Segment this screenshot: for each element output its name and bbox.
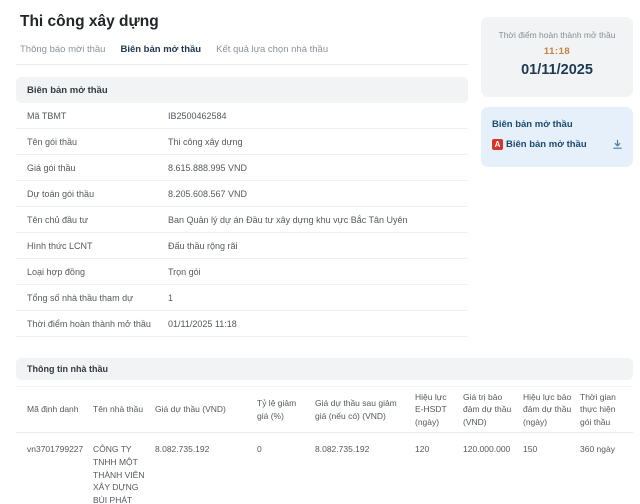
table-row: vn3701799227 CÔNG TY TNHH MỘT THÀNH VIÊN… xyxy=(16,432,633,504)
cell-hieu-luc-ehsdt: 120 xyxy=(415,432,463,504)
detail-value: IB2500462584 xyxy=(168,110,227,121)
detail-row-ma-tbmt: Mã TBMT IB2500462584 xyxy=(16,103,468,129)
col-header-gia-tri-bao-dam: Giá trị bảo đảm dự thầu (VND) xyxy=(463,386,523,433)
detail-value: Ban Quản lý dự án Đầu tư xây dựng khu vự… xyxy=(168,214,408,225)
col-header-gia-sau-giam-gia: Giá dự thầu sau giảm giá (nếu có) (VND) xyxy=(315,386,415,433)
col-header-thoi-gian-thuc-hien: Thời gian thực hiện gói thầu xyxy=(580,386,633,433)
detail-value: Thi công xây dựng xyxy=(168,136,243,147)
col-header-ma-dinh-danh: Mã định danh xyxy=(16,386,93,433)
detail-label: Tổng số nhà thầu tham dự xyxy=(27,292,134,303)
col-header-ty-le-giam-gia: Tỷ lệ giảm giá (%) xyxy=(257,386,315,433)
detail-value: 8.205.608.567 VND xyxy=(168,188,248,199)
detail-label: Thời điểm hoàn thành mở thầu xyxy=(27,318,151,329)
detail-row-tong-so-nha-thau: Tổng số nhà thầu tham dự 1 xyxy=(16,285,468,311)
document-card-title: Biên bản mở thầu xyxy=(492,119,573,130)
col-header-gia-du-thau: Giá dự thầu (VND) xyxy=(155,386,257,433)
tab-ket-qua-lua-chon[interactable]: Kết quả lựa chọn nhà thầu xyxy=(216,44,328,55)
document-card: Biên bản mở thầu A Biên bản mở thầu xyxy=(481,107,633,167)
cell-ma-dinh-danh: vn3701799227 xyxy=(16,432,93,504)
detail-label: Hình thức LCNT xyxy=(27,240,93,251)
page-title: Thi công xây dựng xyxy=(20,13,159,30)
section-header-bien-ban-mo-thau: Biên bản mở thầu xyxy=(16,77,468,103)
detail-value: Trọn gói xyxy=(168,266,201,277)
download-icon xyxy=(613,139,622,149)
cell-gia-du-thau: 8.082.735.192 xyxy=(155,432,257,504)
detail-list: Mã TBMT IB2500462584 Tên gói thầu Thi cô… xyxy=(16,103,468,337)
detail-row-chu-dau-tu: Tên chủ đầu tư Ban Quản lý dự án Đầu tư … xyxy=(16,207,468,233)
cell-thoi-gian-thuc-hien: 360 ngày xyxy=(580,432,633,504)
tab-thong-bao-moi-thau[interactable]: Thông báo mời thầu xyxy=(20,44,105,55)
bid-detail-page: Thi công xây dựng Thông báo mời thầu Biê… xyxy=(0,0,640,504)
detail-label: Tên chủ đầu tư xyxy=(27,214,89,225)
document-row: A Biên bản mở thầu xyxy=(492,139,623,150)
main-column: Thi công xây dựng Thông báo mời thầu Biê… xyxy=(16,10,468,337)
tab-bien-ban-mo-thau[interactable]: Biên bản mở thầu xyxy=(120,44,201,55)
deadline-card: Thời điểm hoàn thành mở thầu 11:18 01/11… xyxy=(481,17,633,97)
col-header-ten-nha-thau: Tên nhà thầu xyxy=(93,386,155,433)
section-header-thong-tin-nha-thau: Thông tin nhà thầu xyxy=(16,358,633,380)
detail-row-loai-hop-dong: Loại hợp đồng Trọn gói xyxy=(16,259,468,285)
contractor-section: Thông tin nhà thầu Mã định danh Tên nhà … xyxy=(16,358,633,504)
cell-gia-tri-bao-dam: 120.000.000 xyxy=(463,432,523,504)
detail-label: Tên gói thầu xyxy=(27,136,78,147)
detail-row-ten-goi-thau: Tên gói thầu Thi công xây dựng xyxy=(16,129,468,155)
detail-value: 01/11/2025 11:18 xyxy=(168,318,237,329)
detail-row-gia-goi-thau: Giá gói thầu 8.615.888.995 VND xyxy=(16,155,468,181)
detail-label: Mã TBMT xyxy=(27,110,67,121)
detail-row-hinh-thuc-lcnt: Hình thức LCNT Đấu thầu rộng rãi xyxy=(16,233,468,259)
detail-label: Dự toán gói thầu xyxy=(27,188,95,199)
detail-value: 8.615.888.995 VND xyxy=(168,162,248,173)
sidebar: Thời điểm hoàn thành mở thầu 11:18 01/11… xyxy=(481,10,633,167)
cell-hieu-luc-bao-dam: 150 xyxy=(523,432,580,504)
cell-ten-nha-thau: CÔNG TY TNHH MỘT THÀNH VIÊN XÂY DỰNG BÙI… xyxy=(93,432,155,504)
deadline-time: 11:18 xyxy=(543,46,571,57)
deadline-date: 01/11/2025 xyxy=(521,62,593,78)
download-button[interactable] xyxy=(612,139,623,150)
col-header-hieu-luc-bao-dam: Hiệu lực bảo đảm dự thầu (ngày) xyxy=(523,386,580,433)
cell-ty-le-giam-gia: 0 xyxy=(257,432,315,504)
detail-row-du-toan: Dự toán gói thầu 8.205.608.567 VND xyxy=(16,181,468,207)
detail-value: Đấu thầu rộng rãi xyxy=(168,240,238,251)
deadline-label: Thời điểm hoàn thành mở thầu xyxy=(498,30,616,40)
detail-label: Giá gói thầu xyxy=(27,162,76,173)
document-link[interactable]: Biên bản mở thầu xyxy=(506,139,587,150)
table-header-row: Mã định danh Tên nhà thầu Giá dự thầu (V… xyxy=(16,386,633,433)
detail-value: 1 xyxy=(168,292,174,303)
detail-row-thoi-diem-mo-thau: Thời điểm hoàn thành mở thầu 01/11/2025 … xyxy=(16,311,468,337)
detail-label: Loại hợp đồng xyxy=(27,266,85,277)
pdf-icon: A xyxy=(492,139,503,150)
col-header-hieu-luc-ehsdt: Hiệu lực E-HSDT (ngày) xyxy=(415,386,463,433)
tab-bar: Thông báo mời thầu Biên bản mở thầu Kết … xyxy=(16,44,468,65)
cell-gia-sau-giam-gia: 8.082.735.192 xyxy=(315,432,415,504)
contractor-table: Mã định danh Tên nhà thầu Giá dự thầu (V… xyxy=(16,386,633,504)
